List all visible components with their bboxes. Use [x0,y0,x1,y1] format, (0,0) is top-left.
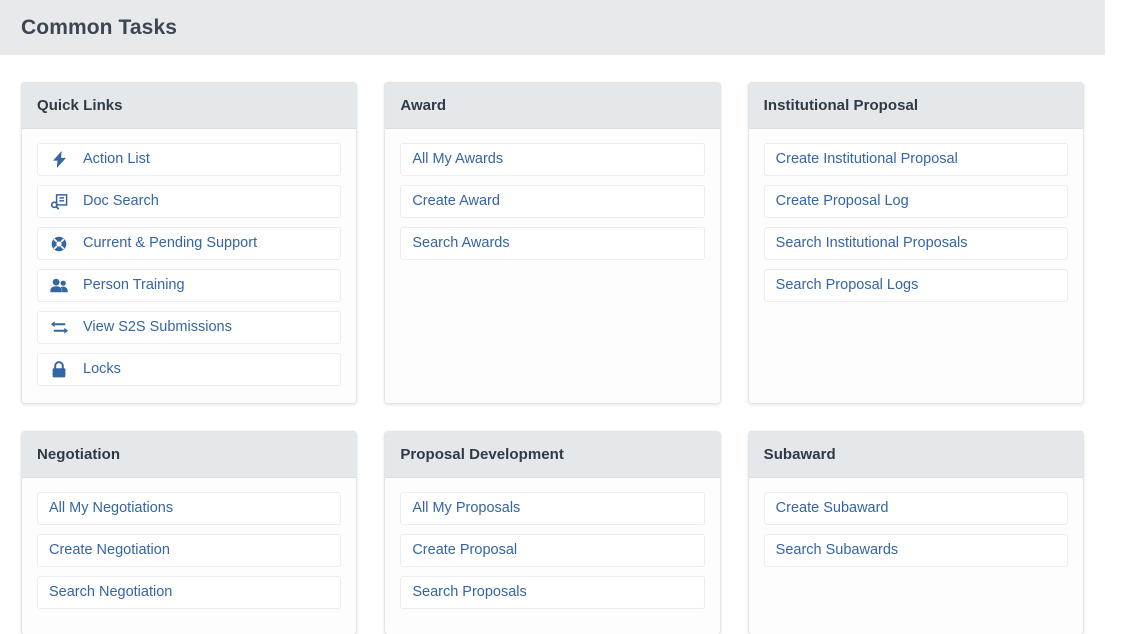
page-title: Common Tasks [21,17,177,38]
task-link-current-pending-support[interactable]: Current & Pending Support [37,227,341,260]
card-header-institutional-proposal: Institutional Proposal [749,83,1083,129]
task-link-create-award[interactable]: Create Award [400,185,704,218]
card-award: Award All My Awards Create Award Search Awa… [384,82,720,404]
task-link-label: All My Negotiations [49,501,173,516]
task-link-label: All My Awards [412,152,503,167]
task-link-search-proposal-logs[interactable]: Search Proposal Logs [764,269,1068,302]
task-link-view-s2s-submissions[interactable]: View S2S Submissions [37,311,341,344]
task-link-label: Create Institutional Proposal [776,152,958,167]
task-link-label: Create Proposal [412,543,517,558]
task-link-label: Search Proposals [412,585,526,600]
card-institutional-proposal: Institutional Proposal Create Institution… [748,82,1084,404]
task-link-create-institutional-proposal[interactable]: Create Institutional Proposal [764,143,1068,176]
task-link-label: Search Subawards [776,543,899,558]
task-link-action-list[interactable]: Action List [37,143,341,176]
card-body-institutional-proposal: Create Institutional Proposal Create Prop… [749,129,1083,403]
card-body-subaward: Create Subaward Search Subawards [749,478,1083,634]
task-link-label: Action List [83,152,150,167]
document-search-icon [49,193,69,211]
task-link-create-proposal[interactable]: Create Proposal [400,534,704,567]
card-title: Award [400,97,446,114]
card-quick-links: Quick Links Action List Doc Search Current … [21,82,357,404]
task-link-locks[interactable]: Locks [37,353,341,386]
task-link-label: Search Proposal Logs [776,278,919,293]
card-title: Institutional Proposal [764,97,918,114]
task-link-person-training[interactable]: Person Training [37,269,341,302]
globe-icon [49,235,69,253]
task-link-label: View S2S Submissions [83,320,232,335]
card-negotiation: Negotiation All My Negotiations Create Neg… [21,431,357,634]
task-link-label: Locks [83,362,121,377]
task-link-search-institutional-proposals[interactable]: Search Institutional Proposals [764,227,1068,260]
task-link-label: Create Award [412,194,500,209]
task-link-create-subaward[interactable]: Create Subaward [764,492,1068,525]
card-subaward: Subaward Create Subaward Search Subawards [748,431,1084,634]
task-link-doc-search[interactable]: Doc Search [37,185,341,218]
task-link-create-negotiation[interactable]: Create Negotiation [37,534,341,567]
task-link-label: Search Awards [412,236,509,251]
task-link-all-my-awards[interactable]: All My Awards [400,143,704,176]
task-link-label: Current & Pending Support [83,236,257,251]
card-row-top: Quick Links Action List Doc Search Current … [21,82,1084,404]
common-tasks-board: Quick Links Action List Doc Search Current … [0,55,1105,634]
exchange-arrows-icon [49,319,69,337]
task-link-label: Person Training [83,278,185,293]
task-link-search-subawards[interactable]: Search Subawards [764,534,1068,567]
people-icon [49,277,69,295]
task-link-label: Search Institutional Proposals [776,236,968,251]
task-link-search-awards[interactable]: Search Awards [400,227,704,260]
card-body-award: All My Awards Create Award Search Awards [385,129,719,403]
task-link-label: Doc Search [83,194,159,209]
task-link-label: Create Proposal Log [776,194,909,209]
card-header-subaward: Subaward [749,432,1083,478]
card-proposal-development: Proposal Development All My Proposals Crea… [384,431,720,634]
page-header: Common Tasks [0,0,1105,55]
card-header-award: Award [385,83,719,129]
card-body-proposal-development: All My Proposals Create Proposal Search Pr… [385,478,719,634]
task-link-search-proposals[interactable]: Search Proposals [400,576,704,609]
task-link-create-proposal-log[interactable]: Create Proposal Log [764,185,1068,218]
card-title: Quick Links [37,97,123,114]
card-header-negotiation: Negotiation [22,432,356,478]
card-title: Subaward [764,446,836,463]
task-link-all-my-proposals[interactable]: All My Proposals [400,492,704,525]
card-row-bottom: Negotiation All My Negotiations Create Neg… [21,431,1084,634]
card-header-quick-links: Quick Links [22,83,356,129]
card-body-negotiation: All My Negotiations Create Negotiation Sea… [22,478,356,634]
card-body-quick-links: Action List Doc Search Current & Pending S… [22,129,356,403]
card-header-proposal-development: Proposal Development [385,432,719,478]
card-title: Proposal Development [400,446,564,463]
task-link-all-my-negotiations[interactable]: All My Negotiations [37,492,341,525]
task-link-label: All My Proposals [412,501,520,516]
task-link-search-negotiation[interactable]: Search Negotiation [37,576,341,609]
card-title: Negotiation [37,446,120,463]
task-link-label: Search Negotiation [49,585,172,600]
task-link-label: Create Negotiation [49,543,170,558]
task-link-label: Create Subaward [776,501,889,516]
lock-icon [49,361,69,379]
lightning-bolt-icon [49,151,69,169]
